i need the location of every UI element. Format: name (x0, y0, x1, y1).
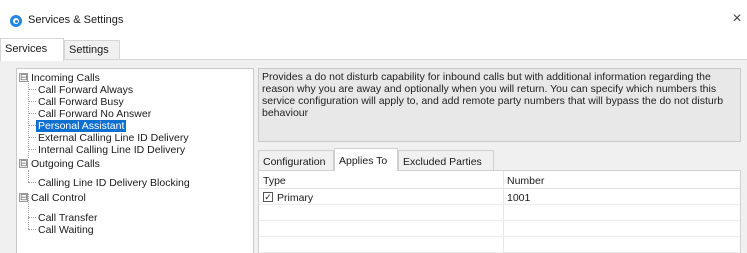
close-icon[interactable]: × (728, 10, 746, 28)
tab-excluded-parties[interactable]: Excluded Parties (398, 150, 494, 170)
tree-item-calling-line-id-blocking[interactable]: Calling Line ID Delivery Blocking (38, 177, 190, 189)
tree-connector (28, 89, 36, 90)
tree-item-call-forward-always[interactable]: Call Forward Always (38, 84, 133, 96)
cell-number: 1001 (507, 192, 531, 204)
service-subtabs: Configuration Applies To Excluded Partie… (258, 148, 741, 171)
tree-item-call-forward-no-answer[interactable]: Call Forward No Answer (38, 108, 151, 120)
table-row-empty (259, 237, 740, 253)
cell-type: Primary (277, 192, 314, 204)
collapse-icon[interactable]: ⊟ (19, 193, 28, 202)
applies-to-grid: Type Number ✓ Primary 1001 (258, 170, 741, 253)
tree-item-call-forward-busy[interactable]: Call Forward Busy (38, 96, 124, 108)
tree-connector (28, 113, 36, 114)
tab-configuration[interactable]: Configuration (258, 150, 334, 170)
window-title: Services & Settings (28, 14, 124, 26)
tree-connector (28, 125, 36, 126)
tree-item-call-transfer[interactable]: Call Transfer (38, 212, 98, 224)
tree-item-personal-assistant[interactable]: Personal Assistant (36, 120, 127, 132)
tree-connector (28, 229, 36, 230)
app-icon (10, 15, 22, 27)
title-bar: Services & Settings × (0, 0, 747, 36)
tree-item-call-waiting[interactable]: Call Waiting (38, 224, 94, 236)
table-row[interactable]: ✓ Primary 1001 (259, 189, 740, 205)
tree-connector (28, 137, 36, 138)
tab-settings[interactable]: Settings (64, 40, 120, 60)
tree-connector (28, 170, 29, 182)
tree-group-incoming-calls[interactable]: Incoming Calls (31, 72, 100, 84)
tab-applies-to[interactable]: Applies To (334, 148, 398, 171)
service-description: Provides a do not disturb capability for… (258, 68, 741, 142)
tree-group-call-control[interactable]: Call Control (31, 192, 86, 204)
services-panel: ⊟ Incoming Calls Call Forward Always Cal… (0, 59, 747, 253)
services-tree[interactable]: ⊟ Incoming Calls Call Forward Always Cal… (16, 68, 254, 253)
table-row-empty (259, 221, 740, 237)
column-header-type[interactable]: Type (263, 175, 286, 187)
tree-connector (28, 194, 29, 229)
tree-connector (28, 81, 29, 158)
primary-checkbox[interactable]: ✓ (263, 192, 273, 202)
tab-services[interactable]: Services (0, 38, 64, 61)
tree-item-internal-calling-line-id[interactable]: Internal Calling Line ID Delivery (38, 144, 185, 156)
tree-connector (28, 182, 36, 183)
collapse-icon[interactable]: ⊟ (19, 73, 28, 82)
collapse-icon[interactable]: ⊟ (19, 159, 28, 168)
main-tabs: Services Settings (0, 38, 747, 61)
grid-header: Type Number (259, 171, 740, 189)
tree-connector (28, 217, 36, 218)
table-row-empty (259, 205, 740, 221)
tree-item-external-calling-line-id[interactable]: External Calling Line ID Delivery (38, 132, 189, 144)
tree-group-outgoing-calls[interactable]: Outgoing Calls (31, 158, 100, 170)
column-header-number[interactable]: Number (507, 175, 544, 187)
tree-connector (28, 101, 36, 102)
tree-connector (28, 149, 36, 150)
